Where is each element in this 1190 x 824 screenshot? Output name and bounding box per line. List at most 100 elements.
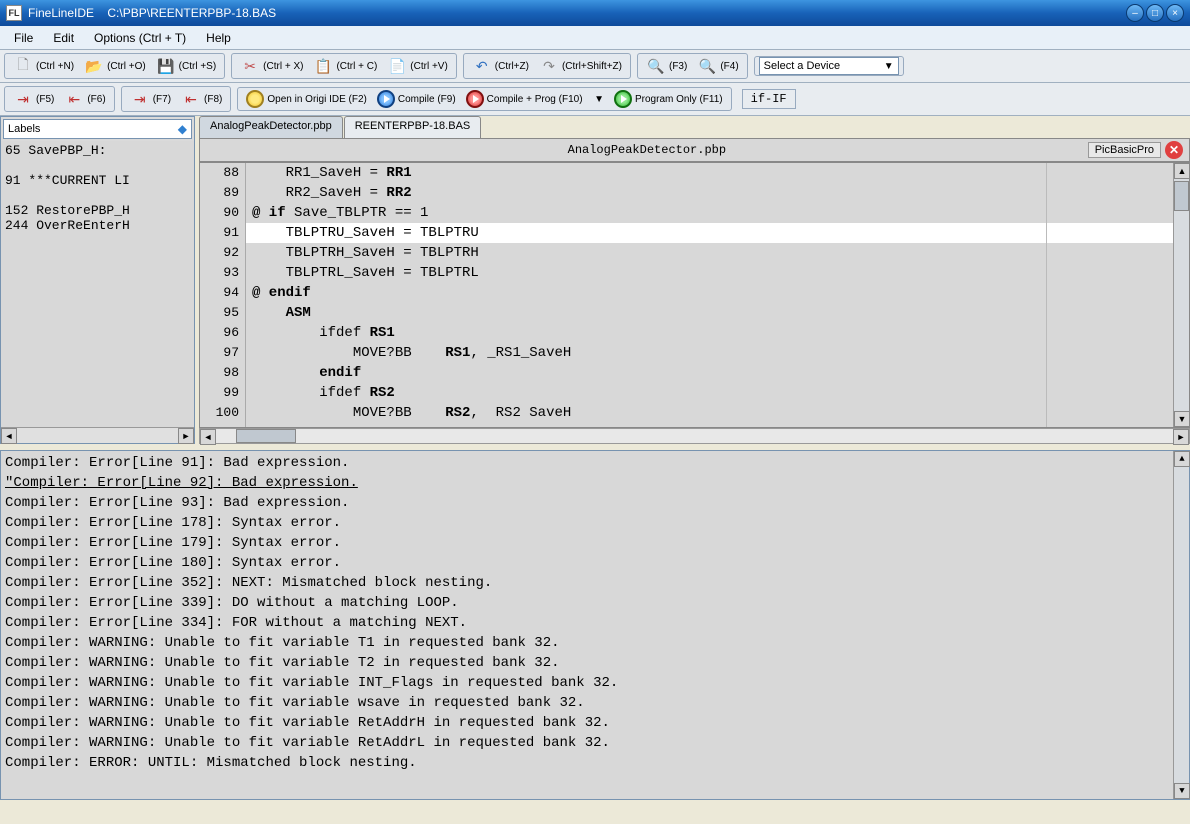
app-icon: FL bbox=[6, 5, 22, 21]
output-line: Compiler: Error[Line 339]: DO without a … bbox=[5, 593, 1169, 613]
f7-button[interactable]: ⇥(F7) bbox=[126, 87, 175, 111]
vscroll-thumb[interactable] bbox=[1174, 181, 1189, 211]
save-button[interactable]: 💾(Ctrl +S) bbox=[152, 54, 221, 78]
scroll-down-button[interactable]: ▼ bbox=[1174, 411, 1190, 427]
file-header: AnalogPeakDetector.pbp PicBasicPro ✕ bbox=[199, 138, 1190, 162]
output-line: Compiler: WARNING: Unable to fit variabl… bbox=[5, 633, 1169, 653]
undo-button[interactable]: ↶(Ctrl+Z) bbox=[468, 54, 533, 78]
scroll-right-button[interactable]: ► bbox=[1173, 429, 1189, 445]
compiler-output[interactable]: Compiler: Error[Line 91]: Bad expression… bbox=[1, 451, 1173, 799]
titlebar: FL FineLineIDE C:\PBP\REENTERPBP-18.BAS … bbox=[0, 0, 1190, 26]
save-disk-icon: 💾 bbox=[156, 56, 176, 76]
menu-file[interactable]: File bbox=[4, 28, 43, 48]
yellow-circle-icon bbox=[246, 90, 264, 108]
labels-list[interactable]: 65 SavePBP_H: 91 ***CURRENT LI 152 Resto… bbox=[1, 141, 194, 427]
editor-vscroll[interactable]: ▲ ▼ bbox=[1173, 163, 1189, 427]
scroll-up-button[interactable]: ▲ bbox=[1174, 451, 1190, 467]
find-button[interactable]: 🔍(F3) bbox=[642, 54, 691, 78]
open-button[interactable]: 📂(Ctrl +O) bbox=[80, 54, 150, 78]
code-line[interactable]: TBLPTRH_SaveH = TBLPTRH bbox=[246, 243, 1173, 263]
menu-edit[interactable]: Edit bbox=[43, 28, 84, 48]
code-line[interactable]: RR1_SaveH = RR1 bbox=[246, 163, 1173, 183]
compile-prog-button[interactable]: Compile + Prog (F10) ▼ bbox=[462, 88, 608, 110]
label-item[interactable]: 91 ***CURRENT LI bbox=[5, 173, 190, 188]
f8-button[interactable]: ⇤(F8) bbox=[177, 87, 226, 111]
code-line[interactable]: ifdef RS2 bbox=[246, 383, 1173, 403]
compile-button[interactable]: Compile (F9) bbox=[373, 88, 460, 110]
toolbar-row-1: 🗋(Ctrl +N) 📂(Ctrl +O) 💾(Ctrl +S) ✂(Ctrl … bbox=[0, 50, 1190, 83]
label-item[interactable] bbox=[5, 158, 190, 173]
tab[interactable]: AnalogPeakDetector.pbp bbox=[199, 116, 343, 138]
maximize-button[interactable]: □ bbox=[1146, 4, 1164, 22]
scroll-down-button[interactable]: ▼ bbox=[1174, 783, 1190, 799]
output-line: Compiler: Error[Line 352]: NEXT: Mismatc… bbox=[5, 573, 1169, 593]
output-line: Compiler: Error[Line 91]: Bad expression… bbox=[5, 453, 1169, 473]
scroll-left-button[interactable]: ◄ bbox=[1, 428, 17, 444]
code-line[interactable]: ASM bbox=[246, 303, 1173, 323]
code-line[interactable]: @ endif bbox=[246, 283, 1173, 303]
main-area: Labels ◆ 65 SavePBP_H: 91 ***CURRENT LI … bbox=[0, 116, 1190, 444]
output-panel: Compiler: Error[Line 91]: Bad expression… bbox=[0, 450, 1190, 800]
undo-arrow-icon: ↶ bbox=[472, 56, 492, 76]
editor-panel: AnalogPeakDetector.pbpREENTERPBP-18.BAS … bbox=[199, 116, 1190, 444]
label-item[interactable]: 152 RestorePBP_H bbox=[5, 203, 190, 218]
open-origi-ide-button[interactable]: Open in Origi IDE (F2) bbox=[242, 88, 370, 110]
menu-help[interactable]: Help bbox=[196, 28, 241, 48]
label-item[interactable]: 244 OverReEnterH bbox=[5, 218, 190, 233]
cut-button[interactable]: ✂(Ctrl + X) bbox=[236, 54, 307, 78]
new-button[interactable]: 🗋(Ctrl +N) bbox=[9, 54, 78, 78]
indent-icon: ⇥ bbox=[130, 89, 150, 109]
f5-button[interactable]: ⇥(F5) bbox=[9, 87, 58, 111]
output-line: Compiler: Error[Line 334]: FOR without a… bbox=[5, 613, 1169, 633]
output-line: Compiler: ERROR: UNTIL: Mismatched block… bbox=[5, 753, 1169, 773]
print-margin bbox=[1046, 163, 1047, 427]
scroll-up-button[interactable]: ▲ bbox=[1174, 163, 1190, 179]
if-snippet-box[interactable]: if-IF bbox=[742, 89, 796, 109]
label-item[interactable] bbox=[5, 188, 190, 203]
code-line[interactable]: MOVE?BB RS2, RS2 SaveH bbox=[246, 403, 1173, 423]
app-title: FineLineIDE C:\PBP\REENTERPBP-18.BAS bbox=[28, 6, 276, 20]
close-window-button[interactable]: × bbox=[1166, 4, 1184, 22]
redo-arrow-icon: ↷ bbox=[539, 56, 559, 76]
scissors-icon: ✂ bbox=[240, 56, 260, 76]
label-item[interactable]: 65 SavePBP_H: bbox=[5, 143, 190, 158]
open-folder-icon: 📂 bbox=[84, 56, 104, 76]
code-line[interactable]: MOVE?BB RS1, _RS1_SaveH bbox=[246, 343, 1173, 363]
new-file-icon: 🗋 bbox=[13, 56, 33, 76]
code-line[interactable]: TBLPTRL_SaveH = TBLPTRL bbox=[246, 263, 1173, 283]
magnifier-icon: 🔍 bbox=[646, 56, 666, 76]
editor-hscroll[interactable]: ◄ ► bbox=[199, 428, 1190, 444]
redo-button[interactable]: ↷(Ctrl+Shift+Z) bbox=[535, 54, 626, 78]
output-line: Compiler: Error[Line 178]: Syntax error. bbox=[5, 513, 1169, 533]
chevron-down-icon[interactable]: ▼ bbox=[594, 94, 604, 105]
code-line[interactable]: RR2_SaveH = RR2 bbox=[246, 183, 1173, 203]
outdent-icon: ⇤ bbox=[64, 89, 84, 109]
labels-dropdown[interactable]: Labels ◆ bbox=[3, 119, 192, 139]
chevron-down-icon: ▼ bbox=[884, 61, 894, 72]
labels-hscroll[interactable]: ◄ ► bbox=[1, 427, 194, 443]
close-file-button[interactable]: ✕ bbox=[1165, 141, 1183, 159]
hscroll-thumb[interactable] bbox=[236, 429, 296, 443]
tab[interactable]: REENTERPBP-18.BAS bbox=[344, 116, 482, 138]
output-line: Compiler: WARNING: Unable to fit variabl… bbox=[5, 693, 1169, 713]
code-editor[interactable]: 888990919293949596979899100 RR1_SaveH = … bbox=[199, 162, 1190, 428]
scroll-left-button[interactable]: ◄ bbox=[200, 429, 216, 445]
device-select[interactable]: Select a Device▼ bbox=[759, 57, 899, 75]
menu-options[interactable]: Options (Ctrl + T) bbox=[84, 28, 196, 48]
red-play-icon bbox=[466, 90, 484, 108]
paste-button[interactable]: 📄(Ctrl +V) bbox=[383, 54, 452, 78]
output-vscroll[interactable]: ▲ ▼ bbox=[1173, 451, 1189, 799]
copy-button[interactable]: 📋(Ctrl + C) bbox=[309, 54, 381, 78]
code-text[interactable]: RR1_SaveH = RR1 RR2_SaveH = RR2@ if Save… bbox=[246, 163, 1173, 427]
code-line[interactable]: ifdef RS1 bbox=[246, 323, 1173, 343]
code-line[interactable]: @ if Save_TBLPTR == 1 bbox=[246, 203, 1173, 223]
scroll-right-button[interactable]: ► bbox=[178, 428, 194, 444]
code-line[interactable]: endif bbox=[246, 363, 1173, 383]
program-only-button[interactable]: Program Only (F11) bbox=[610, 88, 727, 110]
f6-button[interactable]: ⇤(F6) bbox=[60, 87, 109, 111]
find-next-button[interactable]: 🔍(F4) bbox=[693, 54, 742, 78]
diamond-icon: ◆ bbox=[178, 122, 187, 136]
code-line[interactable]: TBLPTRU_SaveH = TBLPTRU bbox=[246, 223, 1173, 243]
minimize-button[interactable]: ‒ bbox=[1126, 4, 1144, 22]
indent-icon: ⇥ bbox=[13, 89, 33, 109]
